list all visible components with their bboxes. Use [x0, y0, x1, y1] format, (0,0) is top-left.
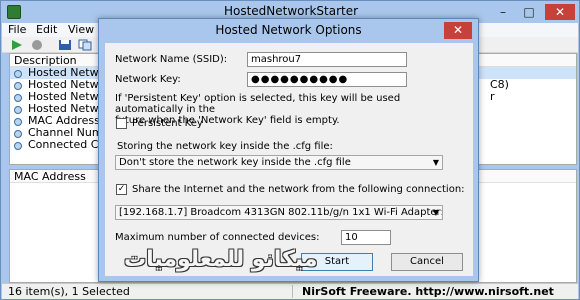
dialog-title: Hosted Network Options: [215, 23, 362, 37]
storing-select-value: Don't store the network key inside the .…: [119, 157, 351, 168]
persistent-key-label: Persistent Key: [132, 118, 203, 129]
connection-select[interactable]: [192.168.1.7] Broadcom 4313GN 802.11b/g/…: [115, 205, 443, 220]
minimize-icon[interactable]: –: [491, 4, 515, 20]
property-icon: [14, 94, 22, 102]
status-count: 16 item(s), 1 Selected: [8, 285, 130, 298]
storing-label: Storing the network key inside the .cfg …: [117, 141, 333, 152]
storing-select[interactable]: Don't store the network key inside the .…: [115, 155, 443, 170]
key-input[interactable]: ●●●●●●●●●●: [247, 72, 407, 87]
maximize-icon[interactable]: □: [517, 4, 541, 20]
chevron-down-icon: ▼: [432, 208, 439, 217]
connection-select-value: [192.168.1.7] Broadcom 4313GN 802.11b/g/…: [119, 207, 443, 218]
share-internet-checkbox[interactable]: ✓: [116, 184, 127, 195]
ssid-label: Network Name (SSID):: [115, 54, 228, 65]
column-header-label: MAC Address: [14, 170, 86, 183]
stop-icon[interactable]: [30, 39, 44, 51]
close-icon[interactable]: ✕: [545, 4, 575, 20]
property-icon: [14, 142, 22, 150]
share-internet-label: Share the Internet and the network from …: [132, 184, 465, 195]
persistent-key-checkbox[interactable]: [116, 118, 127, 129]
property-icon: [14, 82, 22, 90]
start-icon[interactable]: [10, 39, 24, 51]
copy-icon[interactable]: [78, 39, 92, 51]
dialog-title-bar[interactable]: Hosted Network Options ✕: [99, 19, 478, 43]
list-item-value: r: [490, 90, 495, 103]
nirsoft-link[interactable]: NirSoft Freeware. http://www.nirsoft.net: [302, 286, 554, 298]
menu-edit[interactable]: Edit: [36, 23, 57, 37]
list-item-label: Connected Cli: [28, 138, 105, 151]
status-divider: [292, 285, 293, 298]
save-icon[interactable]: [58, 39, 72, 51]
ssid-input[interactable]: mashrou7: [247, 52, 407, 67]
dialog-close-icon[interactable]: ✕: [444, 22, 472, 39]
hosted-network-options-dialog: Hosted Network Options ✕ Network Name (S…: [98, 18, 479, 282]
key-label: Network Key:: [115, 74, 181, 85]
watermark-text: ميكانو للمعلوميات: [124, 247, 318, 272]
max-devices-input[interactable]: 10: [341, 230, 391, 245]
max-devices-label: Maximum number of connected devices:: [115, 232, 320, 243]
dialog-body: Network Name (SSID): mashrou7 Network Ke…: [105, 43, 473, 276]
status-bar: 16 item(s), 1 Selected NirSoft Freeware.…: [2, 283, 578, 299]
property-icon: [14, 106, 22, 114]
menu-file[interactable]: File: [8, 23, 26, 37]
property-icon: [14, 130, 22, 138]
persistent-note-line-1: If 'Persistent Key' option is selected, …: [115, 93, 401, 115]
property-icon: [14, 70, 22, 78]
cancel-button[interactable]: Cancel: [391, 253, 463, 271]
chevron-down-icon: ▼: [432, 158, 439, 167]
menu-view[interactable]: View: [68, 23, 94, 37]
property-icon: [14, 118, 22, 126]
